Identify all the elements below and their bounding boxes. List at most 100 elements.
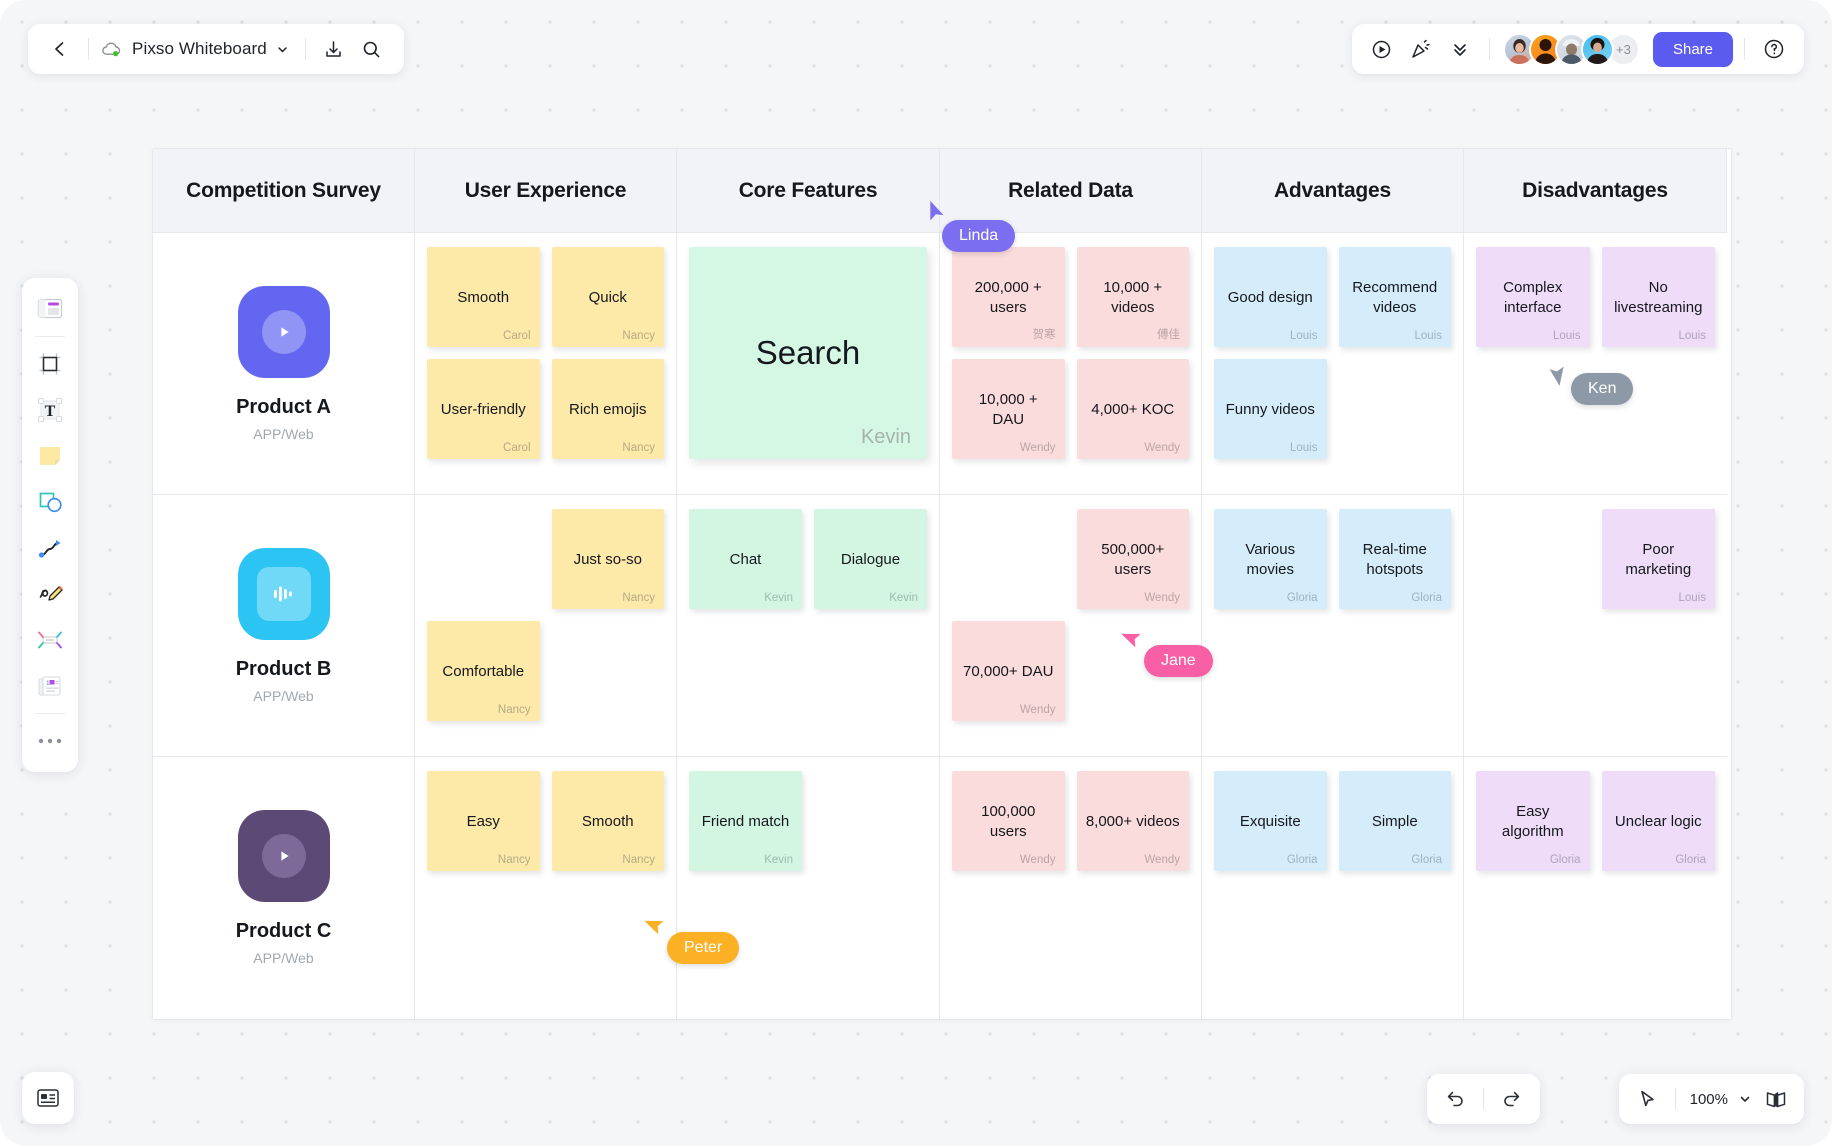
sticky-note[interactable]: 200,000 + users 贺寒 [952,247,1065,347]
notes-grid: Various movies Gloria Real-time hotspots Gl… [1214,509,1451,609]
minimap-book-icon[interactable] [1758,1081,1794,1117]
sticky-note[interactable]: 4,000+ KOC Wendy [1076,359,1189,459]
sticky-note[interactable]: Smooth Nancy [551,771,664,871]
sticky-note[interactable]: Various movies Gloria [1214,509,1327,609]
notes-grid: Complex interface Louis No livestreaming Lo… [1476,247,1715,347]
table-cell-advantages[interactable]: Exquisite Gloria Simple Gloria [1202,757,1464,1019]
table-cell-disadvantages[interactable]: Complex interface Louis No livestreaming Lo… [1464,233,1727,495]
sticky-note[interactable]: 10,000 + videos 傅佳 [1076,247,1189,347]
double-chevron-down-icon[interactable] [1442,31,1478,67]
table-cell-disadvantages[interactable]: Easy algorithm Gloria Unclear logic Gloria [1464,757,1727,1019]
toolbar-divider-2 [304,38,306,60]
sticky-note[interactable]: Comfortable Nancy [427,621,540,721]
play-circle-icon[interactable] [1364,31,1400,67]
chevron-down-icon[interactable] [1734,1081,1756,1117]
cards-icon[interactable]: 1 [28,664,72,708]
zoom-toolbar: 100% [1618,1074,1804,1124]
crop-frame-icon[interactable] [28,342,72,386]
table-cell-related-data[interactable]: 100,000 users Wendy 8,000+ videos Wendy [940,757,1202,1019]
question-circle-icon[interactable] [1756,31,1792,67]
sticky-note-text: 4,000+ KOC [1091,400,1175,418]
sticky-note[interactable]: Simple Gloria [1338,771,1451,871]
table-cell-user-experience[interactable]: Easy Nancy Smooth Nancy [415,757,677,1019]
party-popper-icon[interactable] [1403,31,1439,67]
sticky-note-text: 8,000+ videos [1085,812,1180,830]
sticky-note-large[interactable]: Search Kevin [689,247,927,459]
sticky-note[interactable]: Chat Kevin [689,509,802,609]
sticky-note[interactable]: User-friendly Carol [427,359,540,459]
pencil-draw-icon[interactable] [28,572,72,616]
table-cell-core-features[interactable]: Friend match Kevin [677,757,940,1019]
table-cell-user-experience[interactable]: Just so-so Nancy Comfortable Nancy [415,495,677,757]
sticky-note[interactable]: 8,000+ videos Wendy [1076,771,1189,871]
table-cell-core-features[interactable]: Search Kevin [677,233,940,495]
document-title-menu[interactable]: Pixso Whiteboard [99,39,295,59]
sticky-note-text: Smooth [581,812,634,830]
sticky-note-author: 傅佳 [1157,329,1180,341]
undo-icon[interactable] [1437,1081,1473,1117]
sticky-note-author: 贺寒 [1032,329,1056,341]
share-button[interactable]: Share [1652,31,1733,67]
product-platform: APP/Web [253,687,314,704]
product-icon-inner [261,834,306,878]
sticky-note[interactable]: Dialogue Kevin [814,509,927,609]
sticky-note[interactable]: Easy Nancy [427,771,540,871]
sticky-note[interactable]: 70,000+ DAU Wendy [952,621,1065,721]
sticky-note[interactable]: 500,000+ users Wendy [1076,509,1189,609]
table-cell-advantages[interactable]: Various movies Gloria Real-time hotspots Gl… [1202,495,1464,757]
text-icon[interactable]: T [28,388,72,432]
sticky-note[interactable]: No livestreaming Louis [1601,247,1715,347]
sticky-note[interactable]: Complex interface Louis [1476,247,1590,347]
table-cell-disadvantages[interactable]: Poor marketing Louis [1464,495,1727,757]
sticky-note[interactable]: Good design Louis [1214,247,1327,347]
product-cell[interactable]: Product C APP/Web [153,757,415,1019]
product-name: Product C [235,920,332,942]
sticky-note-icon[interactable] [28,434,72,478]
sticky-note-author: Louis [1290,442,1318,454]
whiteboard-canvas[interactable]: Pixso Whiteboard +3 Share T 1 Competitio… [0,0,1832,1146]
search-icon[interactable] [354,31,390,67]
sticky-note[interactable]: Real-time hotspots Gloria [1338,509,1451,609]
sticky-note[interactable]: Easy algorithm Gloria [1476,771,1590,871]
sticky-note[interactable]: Quick Nancy [551,247,664,347]
sticky-note[interactable]: 10,000 + DAU Wendy [952,359,1065,459]
pointer-cursor-icon[interactable] [1629,1081,1665,1117]
sticky-note[interactable]: 100,000 users Wendy [952,771,1065,871]
product-cell[interactable]: Product B APP/Web [153,495,415,757]
chevron-down-icon[interactable] [276,43,289,56]
sticky-note-author: Nancy [622,592,655,604]
sticky-note-text: Unclear logic [1614,812,1702,830]
sticky-note[interactable]: Funny videos Louis [1214,359,1327,459]
sticky-note[interactable]: Friend match Kevin [689,771,802,871]
mindmap-icon[interactable] [28,618,72,662]
sticky-note-text: Complex interface [1503,279,1563,316]
comparison-table[interactable]: Competition Survey User Experience Core Fe… [152,148,1732,1020]
back-button[interactable] [42,31,78,67]
sticky-note-author: Nancy [622,854,655,866]
table-cell-related-data[interactable]: 200,000 + users 贺寒 10,000 + videos 傅佳 10,000… [940,233,1202,495]
notes-grid: Exquisite Gloria Simple Gloria [1214,771,1451,871]
sticky-note[interactable]: Smooth Carol [427,247,540,347]
table-cell-related-data[interactable]: 500,000+ users Wendy 70,000+ DAU Wendy [940,495,1202,757]
connector-line-icon[interactable] [28,526,72,570]
zoom-level-value: 100% [1689,1090,1728,1108]
sticky-note[interactable]: Just so-so Nancy [551,509,664,609]
sticky-note-author: Gloria [1286,854,1318,866]
redo-icon[interactable] [1494,1081,1530,1117]
avatar[interactable] [1580,32,1614,66]
sticky-note[interactable]: Rich emojis Nancy [551,359,664,459]
shapes-icon[interactable] [28,480,72,524]
more-options-icon[interactable] [28,719,72,763]
product-cell[interactable]: Product A APP/Web [153,233,415,495]
table-cell-user-experience[interactable]: Smooth Carol Quick Nancy User-friendly Carol R… [415,233,677,495]
panel-toggle-icon[interactable] [22,1072,74,1124]
table-cell-advantages[interactable]: Good design Louis Recommend videos Louis Fun… [1202,233,1464,495]
sticky-note[interactable]: Recommend videos Louis [1338,247,1451,347]
frame-template-icon[interactable] [28,287,72,331]
sticky-note[interactable]: Exquisite Gloria [1214,771,1327,871]
sticky-note[interactable]: Poor marketing Louis [1601,509,1715,609]
download-icon[interactable] [316,31,352,67]
table-cell-core-features[interactable]: Chat Kevin Dialogue Kevin [677,495,940,757]
sticky-note-author: Gloria [1549,854,1581,866]
sticky-note[interactable]: Unclear logic Gloria [1601,771,1715,871]
